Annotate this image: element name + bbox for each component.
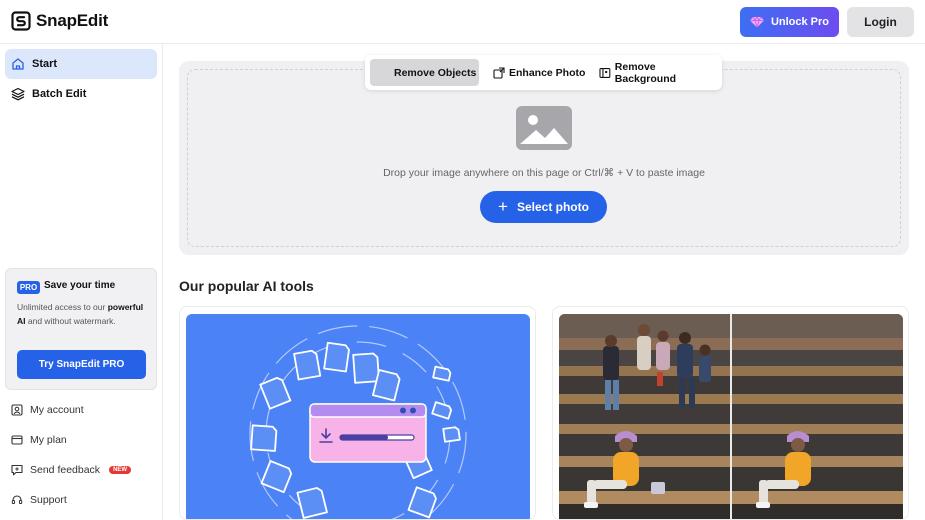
pro-badge: PRO bbox=[17, 281, 40, 294]
sidebar-item-label: Send feedback bbox=[30, 464, 101, 476]
headset-icon bbox=[11, 495, 23, 504]
dropzone-hint-text: Drop your image anywhere on this page or… bbox=[383, 167, 705, 179]
batch-upload-icon bbox=[249, 325, 467, 519]
tab-remove-objects[interactable]: Remove Objects bbox=[370, 59, 479, 86]
select-photo-label: Select photo bbox=[516, 200, 589, 214]
home-icon bbox=[12, 58, 24, 70]
sidebar-item-start[interactable]: Start bbox=[5, 49, 157, 79]
sidebar-item-batch-edit[interactable]: Batch Edit bbox=[5, 79, 157, 109]
tool-tabs: Remove Objects Enhance Photo Remove Back… bbox=[365, 55, 722, 90]
snapedit-logo-icon bbox=[11, 11, 31, 31]
tool-card-remove-objects[interactable] bbox=[552, 306, 909, 520]
tab-label: Enhance Photo bbox=[509, 66, 586, 79]
sidebar-item-send-feedback[interactable]: Send feedback NEW bbox=[11, 461, 132, 479]
plan-icon bbox=[11, 435, 23, 445]
tool-card-batch[interactable] bbox=[179, 306, 536, 520]
pro-card-title: Save your time bbox=[44, 280, 116, 291]
batch-upload-illustration bbox=[186, 314, 530, 519]
remove-bg-icon bbox=[599, 67, 611, 78]
logo[interactable]: SnapEdit bbox=[11, 11, 108, 31]
upload-dropzone[interactable] bbox=[179, 61, 909, 255]
before-after-photo bbox=[559, 314, 903, 519]
new-badge: NEW bbox=[109, 466, 132, 474]
enhance-icon bbox=[493, 66, 505, 79]
pro-card-description: Unlimited access to our powerful AI and … bbox=[17, 302, 144, 326]
before-after-image bbox=[559, 314, 903, 519]
login-button[interactable]: Login bbox=[847, 7, 914, 37]
sidebar-item-label: My account bbox=[30, 404, 84, 416]
pro-upsell-card: PRO Save your time Unlimited access to o… bbox=[5, 268, 157, 390]
layers-icon bbox=[11, 87, 25, 101]
diamond-icon bbox=[749, 16, 764, 28]
sidebar: Start Batch Edit PRO Save your time Unli… bbox=[0, 44, 163, 520]
top-header: SnapEdit Unlock Pro Login bbox=[0, 0, 925, 44]
select-photo-button[interactable]: + Select photo bbox=[480, 191, 607, 223]
sidebar-item-label: Batch Edit bbox=[32, 88, 87, 100]
image-placeholder-icon bbox=[516, 106, 572, 150]
unlock-pro-label: Unlock Pro bbox=[770, 16, 830, 28]
sidebar-item-label: Support bbox=[30, 494, 67, 506]
sidebar-item-my-account[interactable]: My account bbox=[11, 401, 84, 419]
tab-remove-background[interactable]: Remove Background bbox=[595, 59, 722, 86]
plus-icon: + bbox=[498, 197, 508, 216]
tab-label: Remove Objects bbox=[394, 66, 477, 79]
account-icon bbox=[11, 404, 23, 416]
sidebar-item-support[interactable]: Support bbox=[11, 491, 67, 509]
try-pro-button[interactable]: Try SnapEdit PRO bbox=[17, 350, 146, 379]
feedback-icon bbox=[11, 464, 23, 476]
logo-text: SnapEdit bbox=[36, 11, 109, 30]
sidebar-item-label: Start bbox=[32, 58, 58, 70]
unlock-pro-button[interactable]: Unlock Pro bbox=[740, 7, 839, 37]
tab-label: Remove Background bbox=[614, 60, 677, 85]
sidebar-item-my-plan[interactable]: My plan bbox=[11, 431, 67, 449]
popular-tools-heading: Our popular AI tools bbox=[179, 278, 314, 294]
tab-enhance-photo[interactable]: Enhance Photo bbox=[489, 59, 589, 86]
sidebar-item-label: My plan bbox=[30, 434, 67, 446]
